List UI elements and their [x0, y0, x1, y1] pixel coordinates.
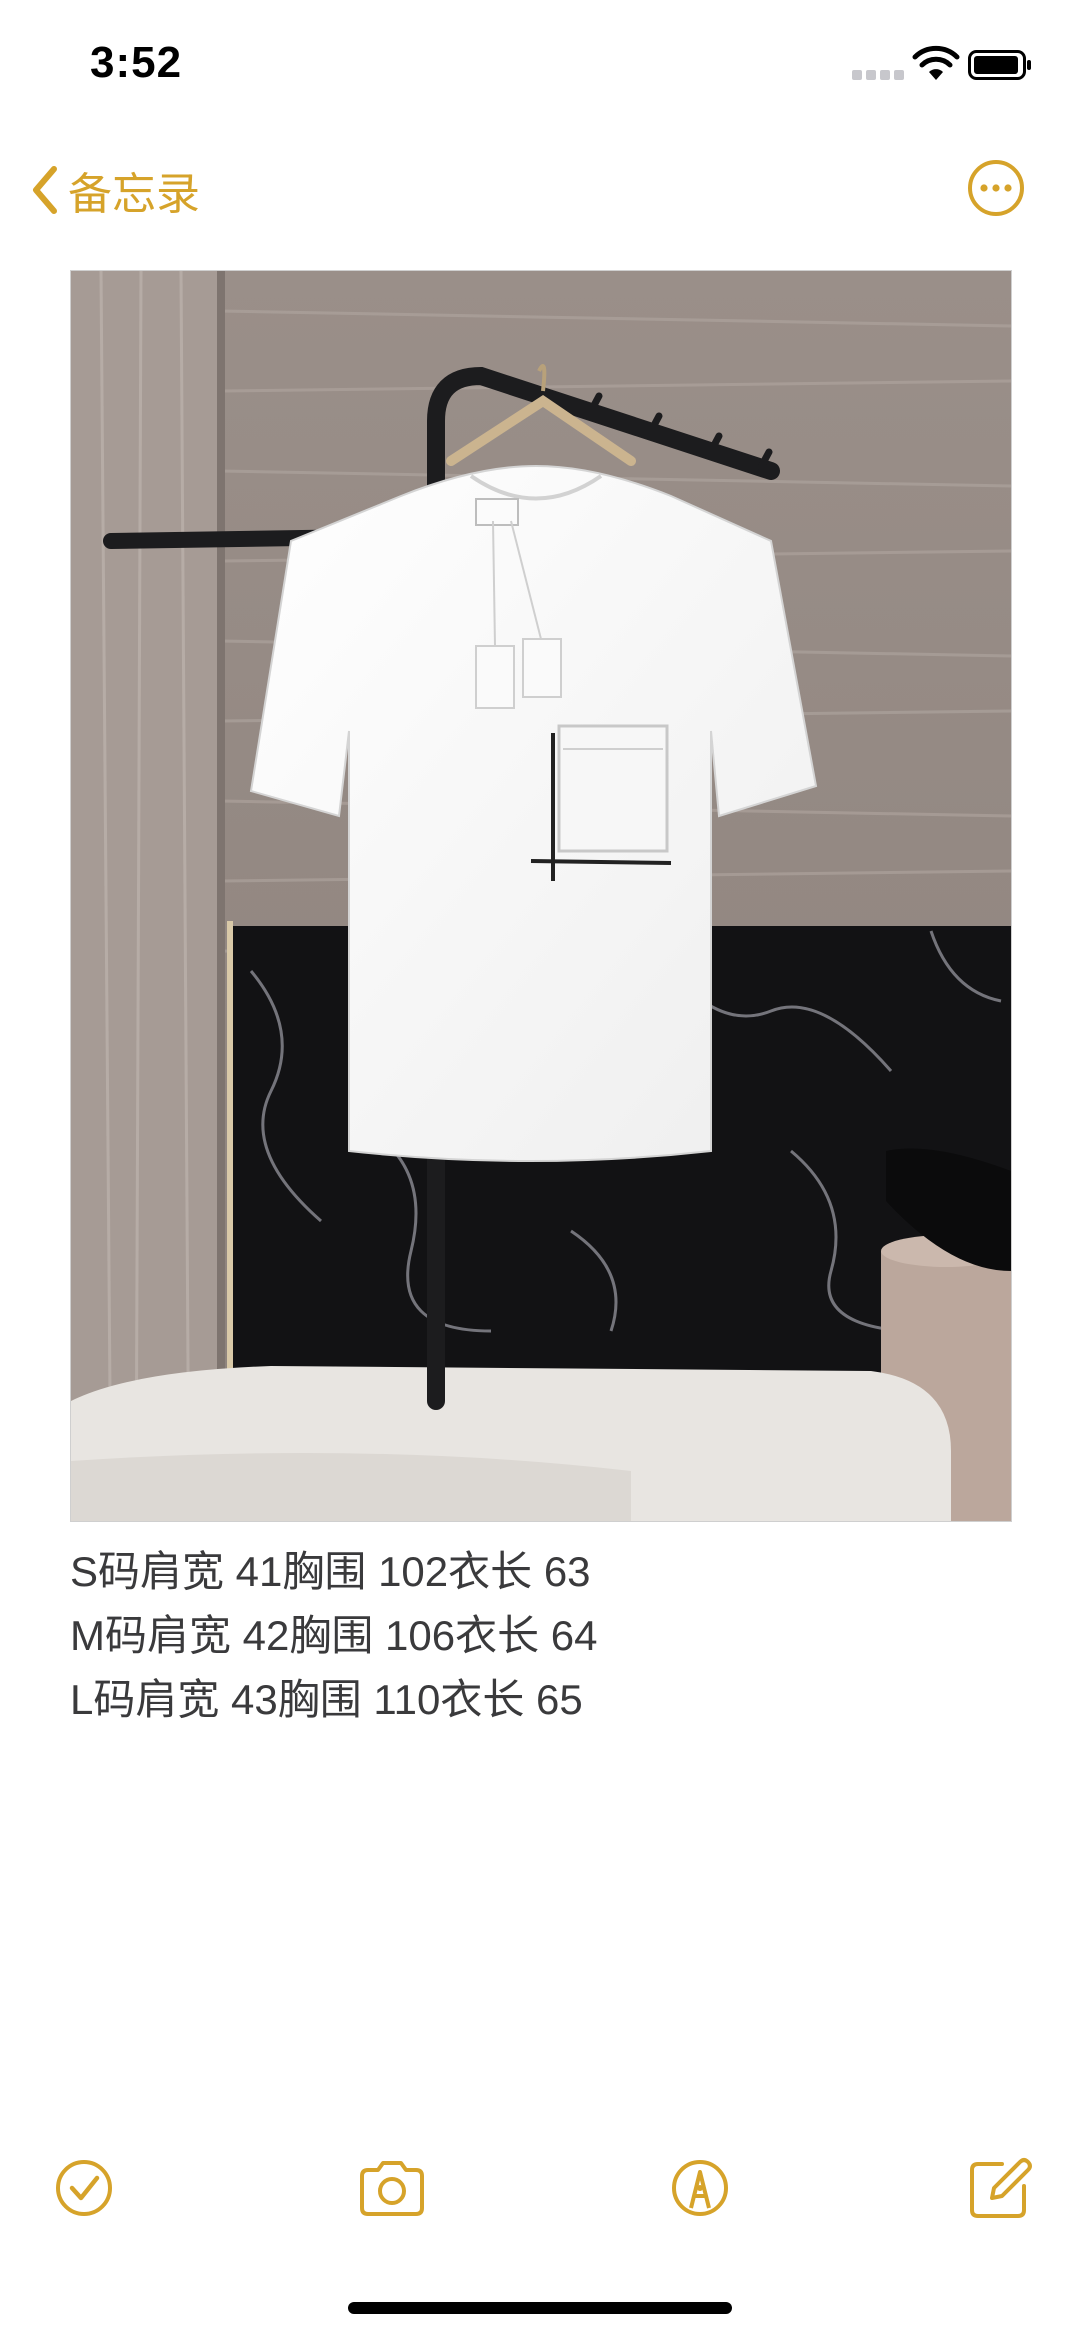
- note-image[interactable]: [70, 270, 1012, 1522]
- tshirt-photo: [71, 271, 1011, 1521]
- note-line-size-m[interactable]: M码肩宽 42胸围 106衣长 64: [70, 1604, 1010, 1668]
- wifi-icon: [912, 45, 960, 80]
- checkmark-circle-icon[interactable]: [46, 2150, 122, 2226]
- compose-icon[interactable]: [962, 2150, 1038, 2226]
- camera-icon[interactable]: [354, 2150, 430, 2226]
- pen-tip-circle-icon[interactable]: [662, 2150, 738, 2226]
- note-body[interactable]: S码肩宽 41胸围 102衣长 63 M码肩宽 42胸围 106衣长 64 L码…: [70, 1540, 1010, 1732]
- note-line-size-s[interactable]: S码肩宽 41胸围 102衣长 63: [70, 1540, 1010, 1604]
- home-indicator[interactable]: [348, 2302, 732, 2314]
- battery-icon: [968, 50, 1031, 80]
- ellipsis-circle-icon[interactable]: [966, 158, 1026, 218]
- status-time: 3:52: [90, 38, 183, 87]
- note-line-size-l[interactable]: L码肩宽 43胸围 110衣长 65: [70, 1668, 1010, 1732]
- chevron-left-icon: [33, 166, 57, 214]
- bottom-toolbar: [0, 2150, 1080, 2230]
- status-bar: 3:52: [0, 0, 1080, 130]
- back-label: 备忘录: [68, 170, 200, 219]
- nav-bar: 备忘录: [0, 140, 1080, 240]
- back-button[interactable]: 备忘录: [28, 158, 200, 222]
- cellular-signal-icon: [852, 66, 908, 80]
